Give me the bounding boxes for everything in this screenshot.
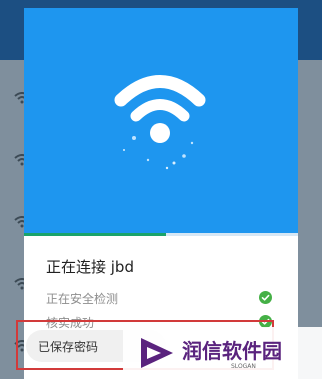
brand-name: 润信软件园 bbox=[182, 339, 282, 363]
wifi-signal-icon bbox=[114, 75, 206, 170]
connect-progress-fill bbox=[24, 233, 167, 236]
connect-progress-bar bbox=[24, 233, 298, 236]
saved-password-label: 已保存密码 bbox=[38, 340, 99, 354]
check-icon bbox=[259, 291, 272, 304]
watermark: 润信软件园 SLOGAN bbox=[123, 327, 322, 379]
dialog-hero bbox=[24, 8, 298, 233]
step-security-check-label: 正在安全检测 bbox=[46, 292, 119, 306]
brand-slogan: SLOGAN bbox=[231, 363, 256, 370]
dialog-title: 正在连接 jbd bbox=[46, 258, 134, 276]
brand-logo-icon bbox=[141, 338, 173, 368]
